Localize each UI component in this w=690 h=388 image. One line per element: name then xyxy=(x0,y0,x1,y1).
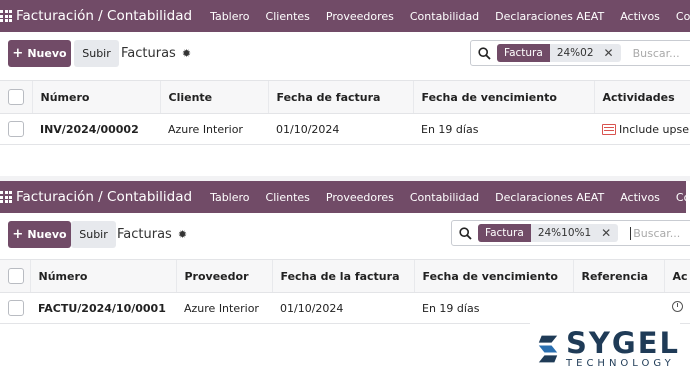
menu-clientes[interactable]: Clientes xyxy=(258,10,318,23)
facet-key-2: Factura xyxy=(478,224,531,242)
search-input[interactable]: Buscar... xyxy=(633,47,680,60)
menu-contabilidad[interactable]: Contabilidad xyxy=(402,10,487,23)
row-checkbox[interactable] xyxy=(8,121,24,137)
col-due[interactable]: Fecha de vencimiento xyxy=(412,80,594,114)
control-panel-2: + Nuevo Subir Facturas ✹ Factura 24%10%1… xyxy=(0,213,690,259)
new-button-2[interactable]: + Nuevo xyxy=(8,221,71,248)
cell-date-2: 01/10/2024 xyxy=(272,292,414,324)
customer-invoices-panel: Facturación / Contabilidad Tablero Clien… xyxy=(0,0,690,176)
table-row[interactable]: INV/2024/00002 Azure Interior 01/10/2024… xyxy=(0,113,690,145)
menu-tablero-2[interactable]: Tablero xyxy=(202,191,257,204)
close-icon[interactable]: ✕ xyxy=(604,46,614,60)
col-number-2[interactable]: Número xyxy=(29,259,176,293)
menu-clientes-2[interactable]: Clientes xyxy=(258,191,318,204)
app-brand-2[interactable]: Facturación / Contabilidad xyxy=(16,189,192,205)
cell-number-2: FACTU/2024/10/0001 xyxy=(30,292,176,324)
page-title-2: Facturas xyxy=(117,227,172,242)
table-header: Número Cliente Fecha de factura Fecha de… xyxy=(0,80,690,114)
facet-key: Factura xyxy=(497,44,550,62)
gear-icon[interactable]: ✹ xyxy=(178,228,187,241)
search-bar[interactable]: Factura 24%02 ✕ Buscar... xyxy=(470,40,690,66)
cell-due: En 19 días xyxy=(413,113,594,145)
search-input-2[interactable]: Buscar... xyxy=(630,226,680,240)
upload-button-2[interactable]: Subir xyxy=(71,221,116,248)
logo-name: SYGEL xyxy=(566,326,680,360)
col-activities[interactable]: Actividades xyxy=(593,80,690,114)
select-all-checkbox-2[interactable] xyxy=(8,268,24,284)
search-facet: Factura 24%02 ✕ xyxy=(497,44,621,62)
col-reference[interactable]: Referencia xyxy=(572,259,664,293)
facet-value: 24%02 xyxy=(556,47,594,59)
sygel-logo: SYGEL TECHNOLOGY xyxy=(530,323,680,375)
clock-icon[interactable] xyxy=(672,301,683,312)
col-activities-2[interactable]: Ac xyxy=(663,259,690,293)
row-checkbox-2[interactable] xyxy=(8,300,24,316)
search-facet-2: Factura 24%10%1 ✕ xyxy=(478,224,619,242)
select-all-cell-2 xyxy=(0,259,30,293)
menu-tablero[interactable]: Tablero xyxy=(202,10,257,23)
row-select-cell-2 xyxy=(0,292,30,324)
close-icon[interactable]: ✕ xyxy=(601,226,611,240)
activity-list-icon[interactable] xyxy=(602,123,616,135)
search-bar-2[interactable]: Factura 24%10%1 ✕ Buscar... xyxy=(451,220,690,246)
apps-grid-icon[interactable] xyxy=(0,181,12,213)
cell-activity-2[interactable] xyxy=(664,292,690,324)
top-navbar: Facturación / Contabilidad Tablero Clien… xyxy=(0,0,690,32)
invoice-table: Número Cliente Fecha de factura Fecha de… xyxy=(0,80,690,145)
new-button[interactable]: + Nuevo xyxy=(8,40,71,67)
menu-declaraciones-aeat-2[interactable]: Declaraciones AEAT xyxy=(487,191,612,204)
cell-due-2: En 19 días xyxy=(414,292,573,324)
col-date-2[interactable]: Fecha de la factura xyxy=(271,259,414,293)
cell-date: 01/10/2024 xyxy=(268,113,413,145)
table-header: Número Proveedor Fecha de la factura Fec… xyxy=(0,259,690,293)
menu-declaraciones-aeat[interactable]: Declaraciones AEAT xyxy=(487,10,612,23)
menu-activos[interactable]: Activos xyxy=(612,10,668,23)
col-partner[interactable]: Cliente xyxy=(159,80,268,114)
search-icon[interactable] xyxy=(471,46,497,60)
sygel-mark-icon xyxy=(538,335,558,363)
gear-icon[interactable]: ✹ xyxy=(182,47,191,60)
menu-comisiones[interactable]: Comision xyxy=(668,10,690,23)
select-all-checkbox[interactable] xyxy=(8,89,24,105)
app-brand[interactable]: Facturación / Contabilidad xyxy=(16,8,192,24)
cell-number: INV/2024/00002 xyxy=(32,113,160,145)
col-date[interactable]: Fecha de factura xyxy=(267,80,413,114)
col-partner-2[interactable]: Proveedor xyxy=(175,259,272,293)
new-button-label-2: Nuevo xyxy=(27,228,67,241)
col-due-2[interactable]: Fecha de vencimiento xyxy=(413,259,573,293)
facet-value-2: 24%10%1 xyxy=(537,227,592,239)
row-select-cell xyxy=(0,113,32,145)
select-all-cell xyxy=(0,80,32,114)
upload-button[interactable]: Subir xyxy=(74,40,119,67)
menu-comisiones-2[interactable]: Comisiones xyxy=(668,191,690,204)
menu-proveedores[interactable]: Proveedores xyxy=(318,10,402,23)
cell-partner-2: Azure Interior xyxy=(176,292,272,324)
cell-reference xyxy=(573,292,664,324)
page-title-wrap: Facturas ✹ xyxy=(121,40,191,67)
page-title: Facturas xyxy=(121,46,176,61)
control-panel: + Nuevo Subir Facturas ✹ Factura 24%02 ✕ … xyxy=(0,32,690,78)
apps-grid-icon[interactable] xyxy=(0,0,12,32)
menu-contabilidad-2[interactable]: Contabilidad xyxy=(402,191,487,204)
table-row[interactable]: FACTU/2024/10/0001 Azure Interior 01/10/… xyxy=(0,292,690,324)
menu-proveedores-2[interactable]: Proveedores xyxy=(318,191,402,204)
bill-table: Número Proveedor Fecha de la factura Fec… xyxy=(0,259,690,324)
menu-activos-2[interactable]: Activos xyxy=(612,191,668,204)
logo-tagline: TECHNOLOGY xyxy=(566,358,675,369)
page-title-wrap-2: Facturas ✹ xyxy=(117,221,187,248)
cell-activity[interactable]: Include upsell xyxy=(594,113,690,145)
plus-icon: + xyxy=(12,46,24,61)
new-button-label: Nuevo xyxy=(27,47,67,60)
plus-icon: + xyxy=(12,227,24,242)
activity-label: Include upsell xyxy=(619,122,690,136)
search-icon[interactable] xyxy=(452,226,478,240)
col-number[interactable]: Número xyxy=(31,80,160,114)
top-navbar-2: Facturación / Contabilidad Tablero Clien… xyxy=(0,181,690,213)
cell-partner: Azure Interior xyxy=(160,113,268,145)
